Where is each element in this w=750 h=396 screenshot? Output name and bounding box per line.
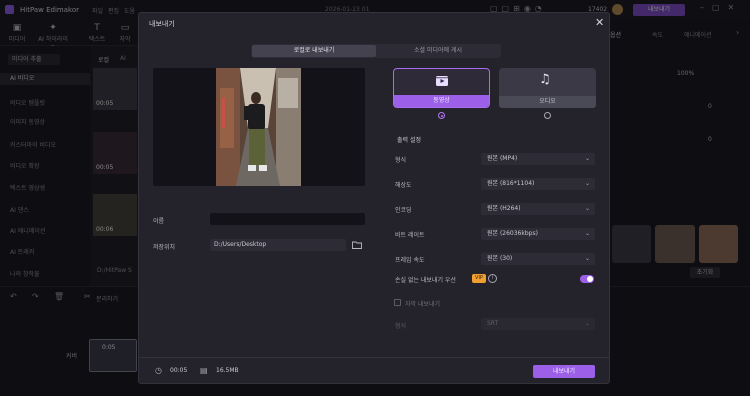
tab-local-export[interactable]: 로컬로 내보내기 bbox=[252, 45, 376, 57]
chevron-down-icon: ⌄ bbox=[584, 180, 590, 187]
preview-frame bbox=[216, 68, 301, 186]
dialog-title: 내보내기 bbox=[149, 20, 175, 28]
encoding-value: 원본 (H264) bbox=[487, 205, 521, 212]
subtitle-export-checkbox[interactable] bbox=[394, 299, 401, 306]
folder-icon[interactable] bbox=[351, 239, 363, 251]
framerate-label: 프레임 속도 bbox=[395, 257, 425, 264]
clock-icon: ◷ bbox=[155, 366, 162, 375]
chevron-down-icon: ⌄ bbox=[584, 230, 590, 237]
save-location-label: 저장위치 bbox=[153, 244, 176, 251]
video-card-label: 동영상 bbox=[394, 95, 489, 107]
duration-value: 00:05 bbox=[170, 367, 188, 374]
film-icon bbox=[436, 76, 448, 86]
music-note-icon: ♫ bbox=[539, 72, 551, 87]
audio-radio[interactable] bbox=[544, 112, 551, 119]
format-select[interactable]: 원본 (MP4) ⌄ bbox=[481, 153, 595, 165]
bitrate-label: 비트 레이트 bbox=[395, 232, 425, 239]
chevron-down-icon: ⌄ bbox=[584, 320, 590, 327]
export-tabs: 로컬로 내보내기 소셜 미디어에 게시 bbox=[251, 44, 501, 58]
encoding-select[interactable]: 원본 (H264) ⌄ bbox=[481, 203, 595, 215]
subtitle-format-label: 형식 bbox=[395, 323, 407, 330]
chevron-down-icon: ⌄ bbox=[584, 255, 590, 262]
video-radio[interactable] bbox=[438, 112, 445, 119]
chevron-down-icon: ⌄ bbox=[584, 205, 590, 212]
resolution-select[interactable]: 원본 (816*1104) ⌄ bbox=[481, 178, 595, 190]
name-input[interactable] bbox=[210, 213, 365, 225]
format-label: 형식 bbox=[395, 157, 407, 164]
tab-social-media[interactable]: 소셜 미디어에 게시 bbox=[376, 45, 500, 57]
bitrate-select[interactable]: 원본 (26036kbps) ⌄ bbox=[481, 228, 595, 240]
lossless-label: 손실 없는 내보내기 우선 bbox=[395, 277, 456, 284]
name-label: 이름 bbox=[153, 218, 165, 225]
video-preview bbox=[153, 68, 365, 186]
export-dialog: 내보내기 ✕ 로컬로 내보내기 소셜 미디어에 게시 이름 저장위치 D:/Us… bbox=[138, 12, 610, 384]
format-value: 원본 (MP4) bbox=[487, 155, 518, 162]
file-size-value: 16.5MB bbox=[216, 367, 239, 374]
framerate-select[interactable]: 원본 (30) ⌄ bbox=[481, 253, 595, 265]
save-path-field[interactable]: D:/Users/Desktop bbox=[210, 239, 346, 251]
subtitle-format-select[interactable]: SRT ⌄ bbox=[481, 318, 595, 330]
file-size-icon: ▤ bbox=[200, 366, 208, 375]
chevron-down-icon: ⌄ bbox=[584, 155, 590, 162]
audio-card-label: 오디오 bbox=[499, 96, 596, 108]
audio-type-card[interactable]: ♫ 오디오 bbox=[499, 68, 596, 108]
close-icon[interactable]: ✕ bbox=[595, 16, 604, 29]
encoding-label: 인코딩 bbox=[395, 207, 412, 214]
subtitle-export-label: 자막 내보내기 bbox=[405, 301, 441, 308]
vip-badge: VIP bbox=[472, 274, 486, 283]
output-settings-heading: 출력 설정 bbox=[397, 137, 421, 144]
framerate-value: 원본 (30) bbox=[487, 255, 513, 262]
resolution-value: 원본 (816*1104) bbox=[487, 180, 535, 187]
resolution-label: 해상도 bbox=[395, 182, 412, 189]
subtitle-format-value: SRT bbox=[487, 320, 499, 327]
info-icon[interactable]: i bbox=[488, 274, 497, 283]
bitrate-value: 원본 (26036kbps) bbox=[487, 230, 538, 237]
export-button[interactable]: 내보내기 bbox=[533, 365, 595, 378]
video-type-card[interactable]: 동영상 bbox=[393, 68, 490, 108]
lossless-toggle[interactable] bbox=[580, 275, 594, 283]
preview-image bbox=[216, 68, 301, 186]
